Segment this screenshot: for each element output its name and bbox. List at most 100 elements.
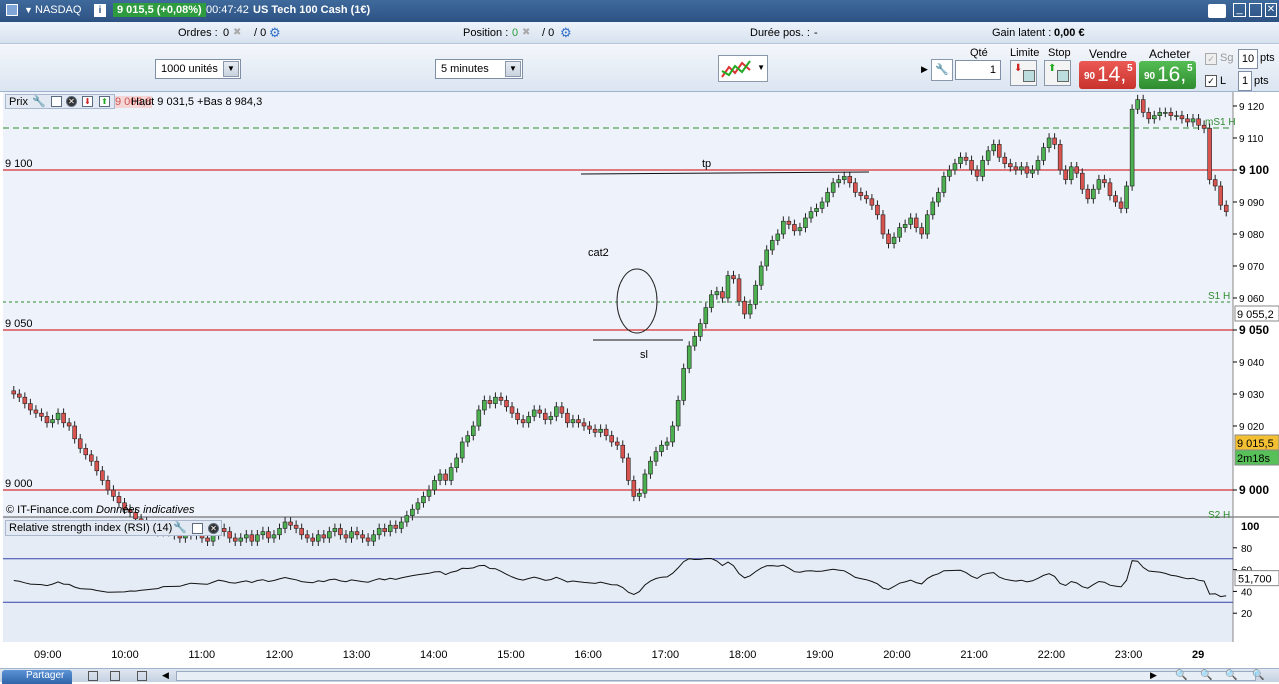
candle-body: [1185, 118, 1190, 123]
candle-body: [221, 528, 227, 532]
candle-body: [952, 163, 958, 171]
trading-toolbar: 1000 unités ▼ 5 minutes ▼ ▼ ▶ 🔧 Qté 1 Li…: [0, 44, 1279, 92]
candle-body: [520, 419, 526, 424]
pivot-label-s1h: S1 H: [1208, 291, 1230, 302]
copyright-text: © IT-Finance.com: [6, 504, 93, 516]
position-info-bar: Ordres : 0 ✖ / 0 ⚙ Position : 0 ✖ / 0 ⚙ …: [0, 22, 1279, 44]
position-settings-icon[interactable]: ⚙: [560, 25, 572, 41]
candle-body: [709, 294, 714, 308]
limit-order-button[interactable]: ⬇: [1010, 60, 1037, 86]
time-axis-label: 13:00: [342, 649, 371, 661]
grid-icon[interactable]: [137, 671, 147, 681]
limit-order-icon: ⬇: [1014, 63, 1023, 74]
maximize-button[interactable]: [1249, 3, 1262, 17]
units-select[interactable]: 1000 unités ▼: [155, 59, 241, 79]
candle-body: [747, 304, 753, 315]
sg-points-input[interactable]: 10: [1238, 49, 1258, 69]
arrow-up-icon[interactable]: ⬆: [99, 96, 110, 107]
candle-body: [1024, 166, 1030, 174]
minimize-button[interactable]: _: [1233, 3, 1246, 17]
zoom-in-icon[interactable]: 🔍: [1200, 670, 1212, 681]
l-checkbox[interactable]: ✓: [1205, 75, 1217, 87]
buy-button[interactable]: 90 16, 5: [1139, 61, 1196, 89]
candle-body: [720, 291, 725, 299]
window-icon[interactable]: [51, 96, 62, 107]
window-icon[interactable]: [192, 523, 203, 534]
candle-body: [338, 528, 343, 536]
chart-style-button[interactable]: ▼: [718, 55, 768, 82]
orders-total: / 0: [254, 27, 267, 39]
instrument-name[interactable]: NASDAQ: [35, 4, 81, 16]
close-icon[interactable]: ✕: [66, 96, 77, 107]
candle-body: [836, 179, 841, 184]
timeframe-value: 5 minutes: [441, 63, 489, 75]
candle-body: [1068, 166, 1074, 180]
list-icon[interactable]: [110, 671, 120, 681]
candle-body: [28, 403, 33, 411]
candle-body: [100, 470, 105, 481]
price-chart-canvas[interactable]: 9 1009 0509 000mS1 HS1 HS2 H9 1209 1109 …: [3, 92, 1279, 642]
chart-area[interactable]: 9 100 9 050 9 000 mS1 H S1 H S2 H9 120 9 110 9 …: [3, 92, 1279, 682]
candle-body: [432, 480, 437, 491]
candle-body: [924, 214, 930, 235]
fit-icon[interactable]: 🔍: [1252, 670, 1264, 681]
candle-body: [542, 412, 548, 420]
candle-body: [1008, 163, 1013, 168]
candle-body: [415, 502, 421, 510]
candle-body: [670, 425, 675, 443]
candle-body: [631, 480, 637, 497]
candle-body: [781, 220, 786, 235]
keyboard-icon[interactable]: [1208, 4, 1226, 18]
share-label: Partager: [26, 670, 65, 681]
chevron-down-icon[interactable]: ▼: [757, 63, 765, 72]
candle-body: [1085, 188, 1091, 200]
zoom-icon[interactable]: 🔍: [1175, 670, 1187, 681]
candle-body: [1212, 179, 1218, 187]
chevron-down-icon[interactable]: ▼: [505, 61, 521, 77]
stop-order-button[interactable]: ⬆: [1044, 60, 1071, 86]
candle-body: [637, 492, 642, 497]
sg-checkbox[interactable]: ✓: [1205, 53, 1217, 65]
close-icon[interactable]: ✕: [208, 523, 219, 534]
candle-body: [349, 531, 354, 539]
chevron-down-icon[interactable]: ▼: [223, 61, 239, 77]
candle-body: [869, 198, 875, 206]
cancel-icon[interactable]: ✖: [233, 27, 241, 38]
candle-body: [1019, 166, 1024, 171]
sell-button[interactable]: 90 14, 5: [1079, 61, 1136, 89]
timeframe-select[interactable]: 5 minutes ▼: [435, 59, 523, 79]
l-points-input[interactable]: 1: [1238, 71, 1252, 91]
arrow-down-icon[interactable]: ⬇: [82, 96, 93, 107]
candle-body: [1129, 108, 1135, 187]
candle-body: [288, 521, 293, 526]
candle-body: [786, 220, 792, 225]
chevron-down-icon[interactable]: ▼: [24, 5, 33, 15]
wrench-icon[interactable]: 🔧: [931, 59, 953, 81]
candle-body: [471, 425, 476, 436]
candle-body: [1046, 137, 1052, 148]
close-button[interactable]: ✕: [1265, 3, 1277, 17]
candle-body: [227, 531, 232, 539]
wrench-icon[interactable]: 🔧: [173, 521, 187, 534]
candle-body: [299, 528, 304, 536]
l-points-unit: pts: [1254, 75, 1269, 87]
zoom-out-icon[interactable]: 🔍: [1225, 670, 1237, 681]
wrench-icon[interactable]: 🔧: [32, 95, 46, 108]
expand-arrow-icon[interactable]: ▶: [921, 64, 928, 75]
level-label: 9 100: [5, 158, 33, 170]
close-position-icon[interactable]: ✖: [522, 27, 530, 38]
qty-input[interactable]: 1: [955, 60, 1001, 80]
settings-icon[interactable]: ⚙: [269, 25, 281, 41]
horizontal-scrollbar[interactable]: [176, 671, 1256, 681]
scroll-left-icon[interactable]: ◀: [162, 670, 169, 681]
candle-body: [327, 531, 332, 539]
window-icon[interactable]: [6, 4, 18, 16]
panel-icon[interactable]: [88, 671, 98, 681]
time-axis-label: 11:00: [188, 649, 216, 661]
scroll-right-icon[interactable]: ▶: [1150, 670, 1157, 681]
cat2-label: cat2: [588, 247, 609, 259]
price-axis-label: 9 000: [1239, 483, 1269, 497]
candle-body: [698, 323, 703, 337]
info-icon[interactable]: i: [94, 4, 106, 17]
stop-order-icon: ⬆: [1048, 63, 1057, 74]
